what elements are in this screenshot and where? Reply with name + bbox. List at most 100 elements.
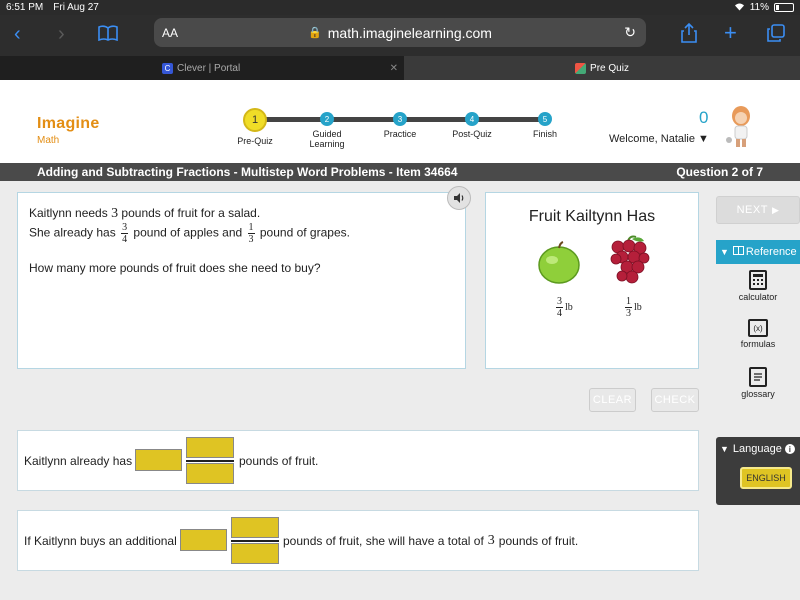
bookmarks-icon[interactable] (98, 25, 118, 45)
step-number: 3 (393, 112, 407, 126)
status-bar: 6:51 PM Fri Aug 27 11% (0, 0, 800, 15)
question-number: 3 (111, 206, 119, 221)
reader-aa-button[interactable]: AA (162, 26, 178, 40)
new-tab-icon[interactable]: + (724, 22, 737, 44)
question-line-2: She already has 34 pound of apples and 1… (29, 222, 454, 245)
check-button[interactable]: CHECK (651, 388, 699, 412)
answer-text-part: pounds of fruit. (498, 533, 579, 548)
status-date: Fri Aug 27 (53, 2, 99, 13)
question-line-3: How many more pounds of fruit does she n… (29, 261, 321, 275)
play-arrow-icon: ▶ (771, 204, 780, 215)
logo-math: Math (37, 135, 60, 146)
denominator-input[interactable] (186, 463, 234, 484)
question-prompt: Kaitlynn needs 3 pounds of fruit for a s… (17, 192, 466, 369)
whole-number-input[interactable] (135, 449, 182, 471)
denominator: 3 (626, 308, 631, 319)
back-icon[interactable]: ‹ (14, 24, 21, 44)
next-label: NEXT (736, 204, 768, 216)
browser-toolbar: ‹ › AA 🔒 math.imaginelearning.com ↻ + (0, 15, 800, 56)
numerator-input[interactable] (231, 517, 279, 538)
answer-text-part: pounds of fruit, she will have a total o… (283, 533, 484, 548)
step-finish: 5 Finish (520, 112, 570, 139)
app-header: Imagine Math 1 Pre-Quiz 2 Guided Learnin… (0, 80, 800, 163)
answer-text: pounds of fruit, she will have a total o… (283, 511, 578, 570)
forward-icon[interactable]: › (58, 24, 65, 44)
formulas-label: formulas (740, 339, 776, 349)
tab-clever-portal[interactable]: C Clever | Portal ✕ (0, 56, 404, 80)
status-right: 11% (734, 2, 794, 14)
numerator: 3 (557, 296, 562, 307)
question-line-1: Kaitlynn needs 3 pounds of fruit for a s… (29, 204, 454, 223)
formulas-button[interactable]: (x) formulas (716, 319, 800, 349)
question-text: pound of grapes. (259, 225, 350, 240)
glossary-icon (749, 367, 767, 387)
denominator: 3 (248, 234, 254, 245)
grapes-icon (610, 235, 650, 284)
fraction-three-quarters: 34 (121, 222, 129, 245)
answer-number: 3 (487, 532, 495, 548)
fraction-one-third: 13 (247, 222, 255, 245)
fruit-panel-title: Fruit Kailtynn Has (528, 208, 656, 225)
dropdown-arrow-icon: ▼ (698, 133, 709, 145)
tab-pre-quiz[interactable]: Pre Quiz (404, 56, 800, 80)
answer-text: pounds of fruit. (239, 453, 319, 468)
speaker-icon (454, 193, 464, 203)
clear-button[interactable]: CLEAR (589, 388, 636, 412)
info-icon[interactable]: i (784, 444, 795, 454)
wifi-icon (734, 2, 745, 14)
denominator: 4 (557, 308, 562, 319)
grape-weight-label: 13 lb (623, 297, 642, 319)
step-guided-learning: 2 Guided Learning (297, 112, 357, 149)
step-label: Post-Quiz (452, 129, 492, 139)
tabs-overview-icon[interactable] (767, 24, 785, 46)
welcome-text: Welcome, Natalie (609, 133, 695, 145)
answer-row-1: Kaitlynn already has pounds of fruit. (17, 430, 699, 491)
calculator-button[interactable]: calculator (716, 270, 800, 302)
status-time: 6:51 PM (6, 2, 44, 13)
logo-imagine: Imagine (37, 115, 100, 132)
audio-speaker-button[interactable] (447, 186, 471, 210)
reference-header[interactable]: ▼ Reference (716, 240, 800, 264)
fraction-bar (186, 460, 234, 462)
browser-tabs: C Clever | Portal ✕ Pre Quiz (0, 56, 800, 80)
calculator-icon (749, 270, 767, 290)
language-header[interactable]: ▼ Language i (720, 443, 795, 455)
whole-number-input[interactable] (180, 529, 227, 551)
question-text: She already has (29, 225, 116, 240)
welcome-menu[interactable]: Welcome, Natalie ▼ (609, 133, 709, 145)
reference-panel: ▼ Reference calculator (x) formulas glos… (716, 240, 800, 415)
share-icon[interactable] (681, 22, 697, 47)
denominator-input[interactable] (231, 543, 279, 564)
collapse-caret-icon: ▼ (720, 444, 729, 454)
step-number: 2 (320, 112, 334, 126)
numerator-input[interactable] (186, 437, 234, 458)
url-bar[interactable]: AA 🔒 math.imaginelearning.com ↻ (154, 18, 646, 47)
tab-label: Clever | Portal (177, 62, 241, 74)
numerator: 3 (122, 222, 128, 233)
glossary-button[interactable]: glossary (716, 367, 800, 399)
question-text: pound of apples and (133, 225, 243, 240)
next-button[interactable]: NEXT ▶ (716, 196, 800, 224)
english-language-button[interactable]: ENGLISH (740, 467, 792, 489)
step-post-quiz: 4 Post-Quiz (447, 112, 497, 139)
tab-label: Pre Quiz (590, 62, 629, 74)
collapse-caret-icon: ▼ (720, 247, 729, 257)
step-label: Finish (532, 129, 557, 139)
calculator-label: calculator (738, 292, 778, 302)
close-tab-icon[interactable]: ✕ (390, 63, 398, 74)
step-number: 4 (465, 112, 479, 126)
denominator: 4 (122, 234, 128, 245)
question-counter: Question 2 of 7 (676, 165, 763, 179)
language-panel: ▼ Language i ENGLISH (716, 437, 800, 505)
unit-label: lb (565, 302, 573, 313)
reload-icon[interactable]: ↻ (624, 24, 636, 41)
fraction-bar (231, 540, 279, 542)
avatar (726, 104, 756, 148)
apple-weight-label: 34 lb (554, 296, 573, 319)
language-title: Language (732, 443, 782, 455)
formulas-icon: (x) (748, 319, 768, 337)
url-text: math.imaginelearning.com (327, 24, 492, 41)
imagine-favicon-icon (575, 62, 587, 74)
numerator: 1 (248, 222, 254, 233)
reference-title: Reference (745, 246, 797, 258)
